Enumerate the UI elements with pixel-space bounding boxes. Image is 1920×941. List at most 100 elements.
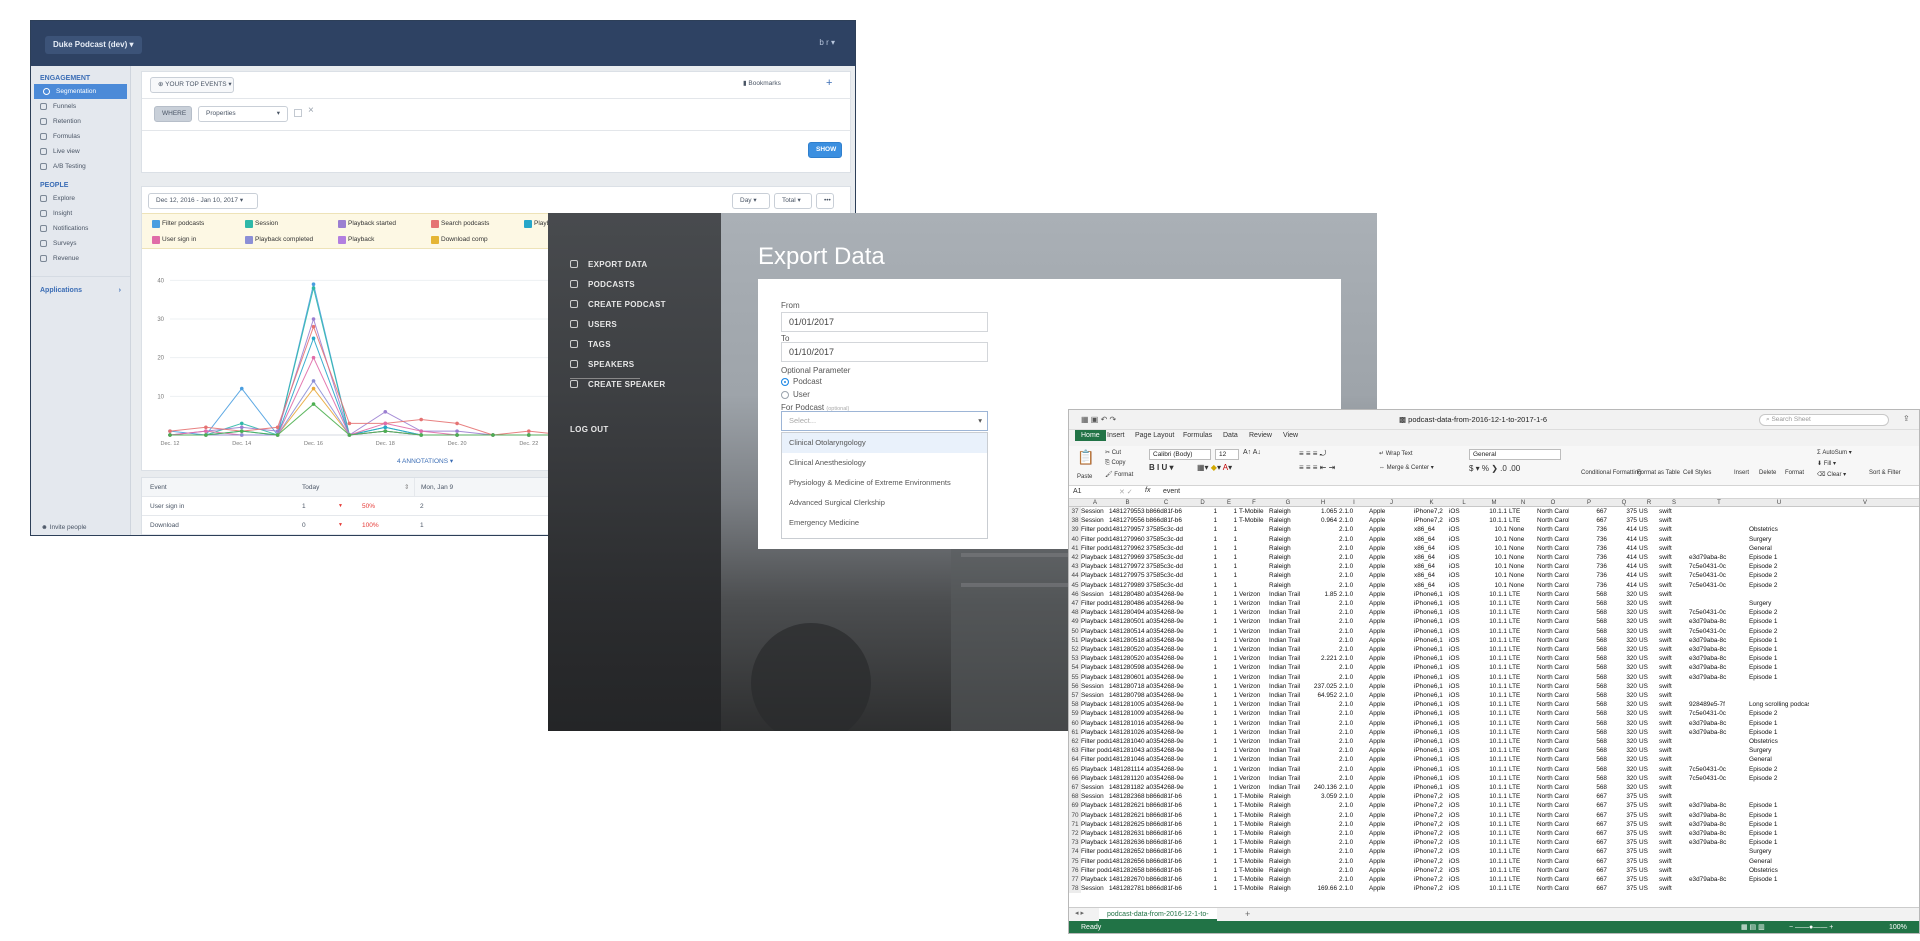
cell[interactable]: 1 — [1186, 755, 1219, 764]
cell[interactable]: Session — [1081, 792, 1109, 801]
cell[interactable]: 7c5e0431-0c — [1689, 571, 1749, 580]
cell[interactable]: 667 — [1569, 801, 1609, 810]
cell[interactable]: a0354268-9e — [1146, 599, 1186, 608]
cell[interactable]: T-Mobile — [1239, 820, 1269, 829]
column-header[interactable]: B — [1109, 499, 1146, 507]
cell[interactable]: Verizon — [1239, 627, 1269, 636]
cell[interactable]: 1481280518 — [1109, 636, 1146, 645]
cell[interactable]: 10.1.1 — [1479, 645, 1509, 654]
cell[interactable]: US — [1639, 691, 1659, 700]
cell[interactable]: iOS — [1449, 608, 1479, 617]
fill-button[interactable]: ⬇ Fill ▾ — [1817, 460, 1836, 467]
cell[interactable]: None — [1509, 581, 1537, 590]
cell[interactable]: 1 — [1186, 719, 1219, 728]
cell[interactable]: LTE — [1509, 682, 1537, 691]
cell[interactable]: iOS — [1449, 617, 1479, 626]
cell[interactable]: 414 — [1609, 544, 1639, 553]
cell[interactable]: swift — [1659, 544, 1689, 553]
cell[interactable]: General — [1749, 755, 1809, 764]
checkbox-checked-icon[interactable] — [338, 220, 346, 228]
cell[interactable]: iPhone6,1 — [1414, 645, 1449, 654]
cell[interactable]: 320 — [1609, 636, 1639, 645]
cell[interactable]: Raleigh — [1269, 516, 1307, 525]
cell[interactable]: North Carolir — [1537, 728, 1569, 737]
cell[interactable]: iPhone6,1 — [1414, 728, 1449, 737]
nav-podcasts[interactable]: PODCASTS — [570, 280, 635, 289]
cell[interactable]: 1 — [1186, 562, 1219, 571]
cell[interactable]: Episode 2 — [1749, 765, 1809, 774]
cell[interactable]: LTE — [1509, 645, 1537, 654]
cell[interactable]: iOS — [1449, 792, 1479, 801]
cell[interactable]: Verizon — [1239, 783, 1269, 792]
cell[interactable]: General — [1749, 857, 1809, 866]
cell[interactable]: North Carolir — [1537, 737, 1569, 746]
cell[interactable]: iOS — [1449, 571, 1479, 580]
cell[interactable]: b866d81f-b6 — [1146, 801, 1186, 810]
share-icon[interactable]: ⇪ — [1903, 414, 1910, 423]
cell[interactable]: Raleigh — [1269, 581, 1307, 590]
cell[interactable]: 2.1.0 — [1339, 801, 1369, 810]
cell[interactable]: None — [1509, 571, 1537, 580]
cell[interactable]: Indian Trail — [1269, 774, 1307, 783]
cell[interactable]: Playback sta — [1081, 765, 1109, 774]
cell[interactable]: US — [1639, 783, 1659, 792]
cell[interactable]: 7c5e0431-0c — [1689, 774, 1749, 783]
cell[interactable]: 736 — [1569, 571, 1609, 580]
cell[interactable]: swift — [1659, 645, 1689, 654]
border-fill-color-icons[interactable]: ▦▾ ◆▾ A▾ — [1197, 463, 1232, 472]
cell[interactable]: 1 — [1219, 783, 1239, 792]
cell[interactable]: 320 — [1609, 691, 1639, 700]
cell[interactable]: Episode 2 — [1749, 774, 1809, 783]
cell[interactable]: Apple — [1369, 820, 1414, 829]
cell[interactable]: Apple — [1369, 516, 1414, 525]
cell[interactable]: 37585c3c-dd — [1146, 571, 1186, 580]
cell[interactable]: Episode 2 — [1749, 562, 1809, 571]
cell[interactable]: Playback pau — [1081, 728, 1109, 737]
cell[interactable]: Playback sta — [1081, 663, 1109, 672]
cell[interactable]: 320 — [1609, 617, 1639, 626]
cell[interactable]: 2.221 — [1307, 654, 1339, 663]
cell[interactable]: Episode 1 — [1749, 663, 1809, 672]
column-header[interactable]: V — [1809, 499, 1919, 507]
cell[interactable]: 568 — [1569, 599, 1609, 608]
cell[interactable]: LTE — [1509, 673, 1537, 682]
cell[interactable]: US — [1639, 737, 1659, 746]
cell[interactable]: 1 — [1186, 617, 1219, 626]
cell[interactable]: iOS — [1449, 507, 1479, 516]
cell[interactable]: 568 — [1569, 654, 1609, 663]
font-family-select[interactable]: Calibri (Body) — [1149, 449, 1211, 460]
checkbox-checked-icon[interactable] — [338, 236, 346, 244]
cell[interactable]: US — [1639, 820, 1659, 829]
sidebar-item-insight[interactable]: Insight — [31, 206, 130, 221]
cell[interactable]: iPhone7,2 — [1414, 847, 1449, 856]
podcast-select[interactable]: Select... ▾ — [781, 411, 988, 431]
cell[interactable]: 2.1.0 — [1339, 829, 1369, 838]
cell[interactable]: Episode 1 — [1749, 829, 1809, 838]
cell[interactable]: Apple — [1369, 746, 1414, 755]
sidebar-item-revenue[interactable]: Revenue — [31, 251, 130, 266]
cell[interactable]: swift — [1659, 884, 1689, 893]
cell[interactable]: North Carolir — [1537, 801, 1569, 810]
cell[interactable]: e3d79aba-8c — [1689, 719, 1749, 728]
cell[interactable]: 10.1.1 — [1479, 774, 1509, 783]
legend-item[interactable]: Playback — [336, 233, 426, 247]
bold-italic-underline-icons[interactable]: B I U ▾ — [1149, 463, 1173, 472]
cell[interactable]: iOS — [1449, 875, 1479, 884]
cell[interactable]: Apple — [1369, 700, 1414, 709]
cell[interactable]: Episode 1 — [1749, 820, 1809, 829]
cell[interactable]: iOS — [1449, 829, 1479, 838]
cell[interactable]: North Carolir — [1537, 783, 1569, 792]
sidebar-item-explore[interactable]: Explore — [31, 191, 130, 206]
cell[interactable]: iPhone7,2 — [1414, 884, 1449, 893]
cell[interactable]: 1 — [1186, 829, 1219, 838]
cell[interactable]: LTE — [1509, 838, 1537, 847]
cell[interactable]: 320 — [1609, 700, 1639, 709]
cell[interactable]: 736 — [1569, 562, 1609, 571]
cell[interactable]: 1 — [1219, 866, 1239, 875]
cell[interactable]: x86_64 — [1414, 535, 1449, 544]
cell[interactable]: Apple — [1369, 535, 1414, 544]
cell[interactable]: iOS — [1449, 755, 1479, 764]
cell[interactable]: US — [1639, 801, 1659, 810]
cell[interactable]: 1 — [1186, 811, 1219, 820]
cell[interactable]: 10.1.1 — [1479, 820, 1509, 829]
